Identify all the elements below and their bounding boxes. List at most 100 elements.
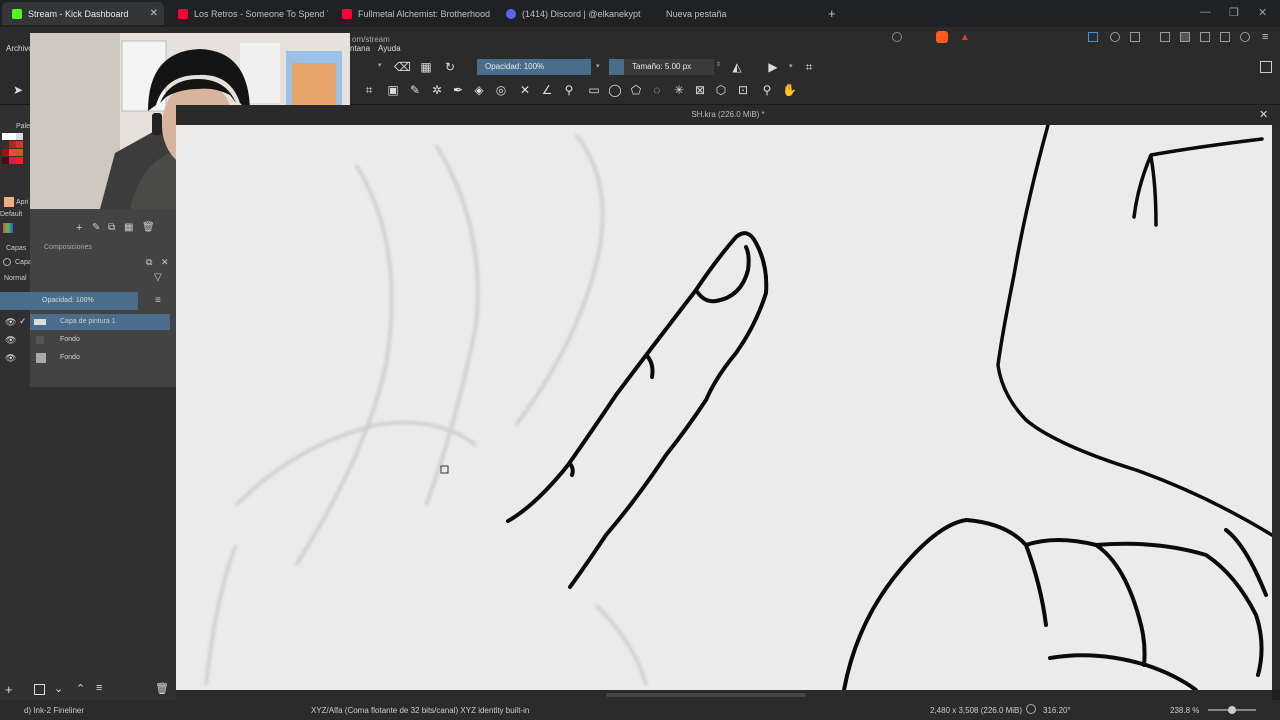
zoom-value[interactable]: 238.8 % — [1170, 706, 1199, 715]
tab-youtube-fma[interactable]: Fullmetal Alchemist: Brotherhood All — [332, 2, 492, 25]
add-layer-icon[interactable]: + — [5, 682, 13, 697]
magnetic-select-icon[interactable]: ⊡ — [736, 83, 750, 97]
properties-icon[interactable]: ≡ — [96, 682, 102, 694]
polygon-select-icon[interactable]: ⬠ — [629, 83, 643, 97]
palette-grid-icon[interactable] — [3, 223, 13, 233]
ext-blue-icon[interactable] — [1088, 32, 1098, 42]
dropdown-arrow-icon[interactable]: ▾ — [596, 62, 600, 70]
layer-row[interactable]: Fondo — [30, 332, 170, 348]
rotation-icon[interactable] — [1026, 704, 1036, 714]
sketch-artwork — [176, 125, 1272, 690]
freehand-select-icon[interactable]: ◌ — [650, 83, 664, 97]
youtube-icon — [342, 8, 352, 19]
alpha-lock-icon[interactable]: ▦ — [419, 60, 433, 74]
vertical-scrollbar[interactable] — [1272, 125, 1280, 690]
brush-settings-icon[interactable] — [1200, 32, 1210, 42]
dock-toggle-icon[interactable] — [1260, 61, 1272, 73]
tab-youtube-retros[interactable]: Los Retros - Someone To Spend T — [168, 2, 328, 25]
move-up-icon[interactable]: ⌃ — [76, 682, 85, 695]
gradient-tool-icon[interactable]: ▣ — [386, 83, 400, 97]
dropdown-arrow-icon[interactable]: ▾ — [378, 61, 382, 69]
mirror-horizontal-icon[interactable]: ◭ — [730, 60, 744, 74]
visibility-eye-icon[interactable]: 👁 — [5, 317, 16, 328]
delete-layer-icon[interactable]: 🗑 — [142, 222, 155, 233]
alert-icon[interactable]: ▲ — [960, 32, 970, 43]
menu-ventana[interactable]: ntana — [350, 44, 370, 53]
rect-select-icon[interactable]: ▭ — [587, 83, 601, 97]
layout-icon[interactable] — [1160, 32, 1170, 42]
swatch-color[interactable] — [4, 197, 14, 207]
float-icon[interactable]: ⧉ — [146, 257, 152, 268]
wrap-around-icon[interactable]: ⌗ — [802, 60, 816, 74]
close-document-icon[interactable]: ✕ — [1259, 108, 1268, 121]
layer-row[interactable]: Fondo — [30, 350, 170, 366]
current-brush[interactable]: d) Ink-2 Fineliner — [24, 706, 84, 715]
blend-mode-select[interactable]: Normal — [4, 275, 27, 282]
tab-kick-dashboard[interactable]: Stream - Kick Dashboard ✕ — [2, 2, 164, 25]
contiguous-select-icon[interactable]: ✳ — [672, 83, 686, 97]
delete-icon[interactable]: 🗑 — [155, 682, 169, 695]
visibility-eye-icon[interactable]: 👁 — [5, 353, 16, 364]
layer-menu-icon[interactable]: ≡ — [155, 295, 161, 306]
angle-tool-icon[interactable]: ∠ — [540, 83, 554, 97]
move-down-icon[interactable]: ⌄ — [54, 682, 63, 695]
reference-tool-icon[interactable]: ⚲ — [562, 83, 576, 97]
layer-opacity-slider[interactable]: Opacidad: 100% — [30, 292, 138, 310]
size-slider[interactable]: Tamaño: 5.00 px — [624, 59, 714, 75]
mute-icon[interactable] — [892, 32, 902, 42]
drawing-canvas[interactable] — [176, 125, 1272, 690]
panel-icon[interactable] — [1180, 32, 1190, 42]
zoom-tool-icon[interactable]: ⚲ — [760, 83, 774, 97]
similar-select-icon[interactable]: ⊠ — [693, 83, 707, 97]
restore-icon[interactable]: ❐ — [1229, 6, 1239, 19]
tab-compositions[interactable]: Composiciones — [44, 244, 92, 251]
crop-tool-icon[interactable]: ⌗ — [362, 83, 376, 97]
filter-icon[interactable]: ▽ — [154, 272, 162, 283]
hamburger-icon[interactable]: ≡ — [1262, 31, 1268, 43]
horizontal-scrollbar[interactable] — [176, 690, 1272, 700]
close-docker-icon[interactable]: ✕ — [161, 257, 169, 268]
add-layer-icon[interactable]: + — [76, 222, 82, 234]
settings-icon[interactable] — [1110, 32, 1120, 42]
zoom-slider[interactable] — [1208, 706, 1256, 714]
pan-tool-icon[interactable]: ✋ — [782, 83, 797, 97]
brush-tool-icon[interactable]: ✒ — [451, 83, 465, 97]
smart-patch-icon[interactable]: ✲ — [430, 83, 444, 97]
visibility-eye-icon[interactable]: 👁 — [5, 335, 16, 346]
tab-new-tab[interactable]: Nueva pestaña — [656, 2, 816, 25]
fill-tool-icon[interactable]: ◈ — [472, 83, 486, 97]
duplicate-layer-icon[interactable]: ⧉ — [108, 222, 115, 233]
dropdown-arrow-icon[interactable]: ▾ — [789, 62, 793, 70]
assistant-tool-icon[interactable]: ◎ — [494, 83, 508, 97]
duplicate-icon[interactable] — [34, 684, 45, 695]
spin-icon[interactable]: ⇕ — [716, 61, 721, 68]
opacity-bar-left[interactable] — [0, 292, 30, 310]
tab-discord[interactable]: (1414) Discord | @elkanekypt — [496, 2, 656, 25]
ellipse-select-icon[interactable]: ◯ — [608, 83, 622, 97]
palette-swatches[interactable] — [2, 133, 30, 183]
layer-row-selected[interactable]: Capa de pintura 1 — [30, 314, 170, 330]
gradient-icon[interactable] — [1240, 32, 1250, 42]
select-tool-icon[interactable]: ➤ — [11, 83, 25, 97]
tab-layers[interactable]: Capas — [6, 245, 26, 252]
close-icon[interactable]: ✕ — [150, 8, 158, 19]
reload-icon[interactable]: ↻ — [443, 60, 457, 74]
measure-tool-icon[interactable]: ✕ — [518, 83, 532, 97]
colorpicker-tool-icon[interactable]: ✎ — [408, 83, 422, 97]
opacity-slider[interactable]: Opacidad: 100% — [477, 59, 591, 75]
bezier-select-icon[interactable]: ⬡ — [714, 83, 728, 97]
april-label: Apri — [16, 199, 29, 206]
rotation-value[interactable]: 316.20° — [1043, 706, 1071, 715]
close-window-icon[interactable]: ✕ — [1258, 6, 1267, 19]
grid-icon[interactable]: ▦ — [124, 222, 133, 233]
mirror-vertical-icon[interactable]: ▶ — [766, 60, 780, 74]
menu-ayuda[interactable]: Ayuda — [378, 44, 401, 53]
new-tab-button[interactable]: + — [828, 6, 836, 21]
minimize-icon[interactable]: — — [1200, 6, 1211, 18]
eraser-icon[interactable]: ⌫ — [394, 60, 411, 74]
edit-layer-icon[interactable]: ✎ — [92, 222, 100, 233]
menu-archivo[interactable]: Archivo — [6, 44, 33, 53]
extension-icon[interactable] — [936, 31, 948, 43]
pattern-icon[interactable] — [1220, 32, 1230, 42]
window-icon[interactable] — [1130, 32, 1140, 42]
